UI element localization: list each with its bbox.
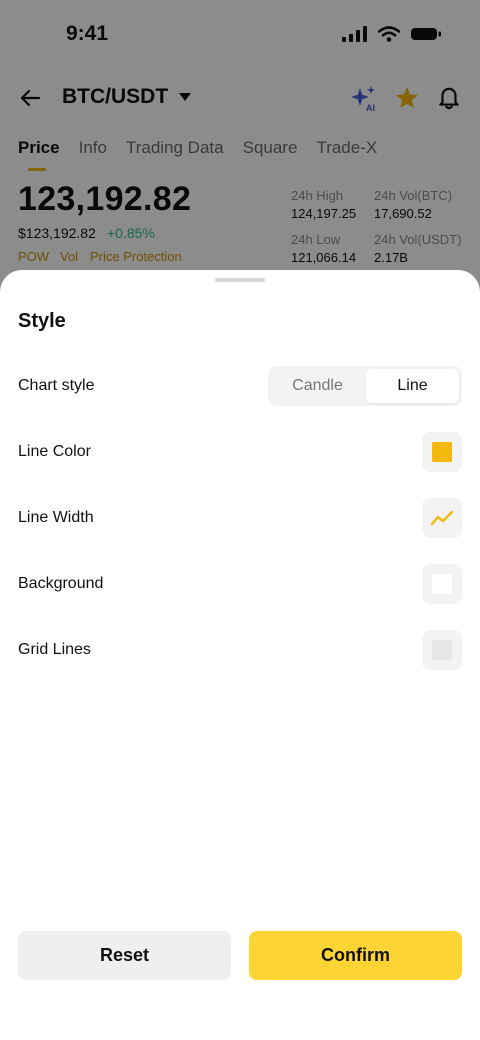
sheet-title: Style: [18, 310, 66, 332]
chart-style-candle-option[interactable]: Candle: [271, 369, 364, 403]
chart-style-line-option[interactable]: Line: [366, 369, 459, 403]
line-color-button[interactable]: [422, 432, 462, 472]
line-color-label: Line Color: [18, 443, 91, 460]
background-swatch: [432, 574, 452, 594]
grid-lines-label: Grid Lines: [18, 641, 91, 658]
chart-style-label: Chart style: [18, 377, 95, 394]
grid-lines-button[interactable]: [422, 630, 462, 670]
line-color-swatch: [432, 442, 452, 462]
line-width-button[interactable]: [422, 498, 462, 538]
background-color-button[interactable]: [422, 564, 462, 604]
reset-button[interactable]: Reset: [18, 931, 231, 980]
line-width-label: Line Width: [18, 509, 94, 526]
grid-lines-swatch: [432, 640, 452, 660]
background-label: Background: [18, 575, 104, 592]
line-width-icon: [431, 510, 453, 526]
sheet-grabber[interactable]: [215, 278, 265, 282]
confirm-button[interactable]: Confirm: [249, 931, 462, 980]
chart-style-toggle: Candle Line: [268, 366, 462, 406]
style-bottom-sheet: Style Chart style Candle Line Line Color…: [0, 270, 480, 1040]
